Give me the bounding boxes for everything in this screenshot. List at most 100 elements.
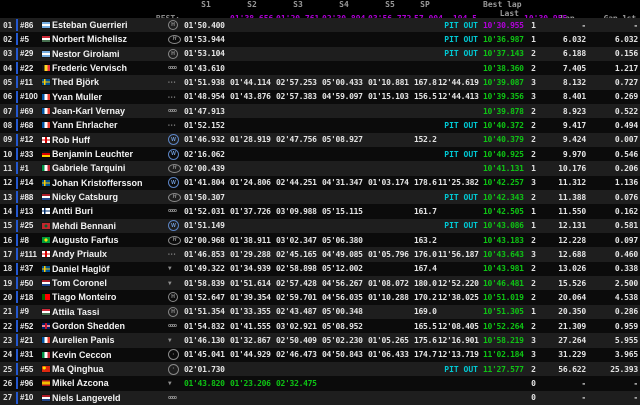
sector1-time: 01'49.322 (183, 264, 229, 273)
sector4-time: 04'50.843 (321, 350, 367, 359)
position-label: 21 (0, 307, 15, 316)
sector5-time: 01'15.103 (367, 92, 413, 101)
nationality-flag-icon (42, 51, 50, 57)
nationality-flag-icon (42, 79, 50, 85)
gap-to-leader: 8.132 (545, 78, 590, 87)
nationality-flag-icon (42, 36, 50, 42)
best-lap-time: 11'27.577 (481, 365, 522, 374)
car-number: #11 (20, 78, 40, 87)
sector3-time: 02'32.475 (275, 379, 321, 388)
manufacturer-logo-icon (168, 149, 179, 160)
nationality-flag-icon (42, 137, 50, 143)
position-label: 16 (0, 236, 15, 245)
header-label-row: S1 S2 S3 S4 S5 SP Best lap (0, 0, 640, 9)
nationality-flag-icon (42, 251, 50, 257)
gap-to-leader: 27.264 (545, 336, 590, 345)
best-lap-time: 10'40.379 (481, 135, 522, 144)
speed-trap-value: 175.6 (413, 336, 437, 345)
lap-count: 2 (522, 236, 545, 245)
driver-name: Tiago Monteiro (51, 292, 166, 302)
gap-to-previous: 0.460 (590, 250, 640, 259)
speed-trap-value: 152.2 (413, 135, 437, 144)
gap-to-leader: 8.401 (545, 92, 590, 101)
team-color-bar (16, 291, 18, 303)
driver-name: Andy Priaulx (51, 249, 166, 259)
lap-count: 1 (522, 35, 545, 44)
gap-to-leader: 11.312 (545, 178, 590, 187)
manufacturer-logo-icon (168, 134, 179, 145)
table-row: 21 #9 Attila Tassi 01'51.354 01'33.355 0… (0, 305, 640, 319)
lap-count: 2 (522, 107, 545, 116)
manufacturer-logo-icon (168, 292, 178, 302)
last-lap-time: 11'25.382 (437, 178, 481, 187)
car-number: #50 (20, 279, 40, 288)
best-lap-time: 10'42.505 (481, 207, 522, 216)
lap-count: 2 (522, 135, 545, 144)
position-label: 18 (0, 264, 15, 273)
position-label: 09 (0, 135, 15, 144)
car-number: #9 (20, 307, 40, 316)
table-row: 19 #50 Tom Coronel 01'58.839 01'51.614 0… (0, 276, 640, 290)
gap-to-previous: 1.217 (590, 64, 640, 73)
driver-name: Nicky Catsburg (51, 192, 166, 202)
team-color-bar (16, 134, 18, 146)
sector4-time: 05'00.348 (321, 307, 367, 316)
sector2-time: 01'39.354 (229, 293, 275, 302)
sector5-time: 01'05.796 (367, 250, 413, 259)
best-lap-time: 10'51.305 (481, 307, 522, 316)
gap-to-previous: 1.136 (590, 178, 640, 187)
sector1-time: 01'53.944 (183, 35, 229, 44)
sector1-time: 01'47.913 (183, 107, 229, 116)
position-label: 03 (0, 49, 15, 58)
team-color-bar (16, 19, 18, 31)
best-lap-time: 10'43.183 (481, 236, 522, 245)
gap-to-leader: 12.228 (545, 236, 590, 245)
speed-trap-value: 156.5 (413, 92, 437, 101)
table-row: 16 #8 Augusto Farfus 02'00.968 01'38.911… (0, 233, 640, 247)
sector2-time: 01'51.614 (229, 279, 275, 288)
speed-trap-value: 170.2 (413, 293, 437, 302)
driver-name: Augusto Farfus (51, 235, 166, 245)
manufacturer-logo-icon (168, 220, 179, 231)
position-label: 10 (0, 150, 15, 159)
team-color-bar (16, 306, 18, 318)
driver-name: Ma Qinghua (51, 364, 166, 374)
sector3-time: 02'59.701 (275, 293, 321, 302)
sector1-time: 01'52.152 (183, 121, 229, 130)
manufacturer-logo-icon (168, 236, 181, 245)
gap-to-previous: 0.338 (590, 264, 640, 273)
sector2-time: 01'24.806 (229, 178, 275, 187)
position-label: 17 (0, 250, 15, 259)
speed-trap-value: 167.4 (413, 264, 437, 273)
team-color-bar (16, 349, 18, 361)
gap-to-previous: 0.581 (590, 221, 640, 230)
team-color-bar (16, 263, 18, 275)
gap-to-leader: 6.188 (545, 49, 590, 58)
sector5-time: 01'03.174 (367, 178, 413, 187)
gap-to-previous: 0.546 (590, 150, 640, 159)
team-color-bar (16, 76, 18, 88)
sector3-time: 03'02.921 (275, 322, 321, 331)
position-label: 07 (0, 107, 15, 116)
best-lap-time: 11'02.184 (481, 350, 522, 359)
driver-name: Mehdi Bennani (51, 221, 166, 231)
car-number: #31 (20, 350, 40, 359)
driver-name: Aurelien Panis (51, 335, 166, 345)
gap-to-previous: 0.727 (590, 78, 640, 87)
gap-to-previous: 4.538 (590, 293, 640, 302)
driver-name: Nestor Girolami (51, 49, 166, 59)
speed-trap-value: 180.0 (413, 279, 437, 288)
team-color-bar (16, 248, 18, 260)
manufacturer-logo-icon (168, 65, 176, 71)
sector3-time: 02'50.409 (275, 336, 321, 345)
col-header-sp: SP (413, 0, 437, 9)
table-row: 26 #96 Mikel Azcona 01'43.820 01'23.206 … (0, 376, 640, 390)
sector1-time: 01'48.954 (183, 92, 229, 101)
sector5-time: 01'06.433 (367, 350, 413, 359)
table-row: 07 #69 Jean-Karl Vernay 01'47.913 10'39.… (0, 104, 640, 118)
best-lap-time: 10'40.925 (481, 150, 522, 159)
team-color-bar (16, 33, 18, 45)
position-label: 05 (0, 78, 15, 87)
team-color-bar (16, 392, 18, 404)
gap-to-previous: 0.269 (590, 92, 640, 101)
